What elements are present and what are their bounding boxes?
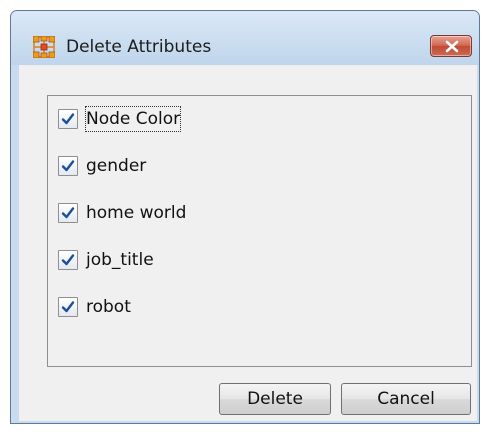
checkmark-icon xyxy=(61,207,75,219)
title-bar[interactable]: Delete Attributes xyxy=(11,11,479,65)
cancel-button[interactable]: Cancel xyxy=(341,383,471,415)
delete-attributes-dialog: Delete Attributes Node Color gender home… xyxy=(10,10,480,424)
close-icon xyxy=(445,40,459,53)
job-title-checkbox[interactable] xyxy=(58,250,78,270)
checkmark-icon xyxy=(61,160,75,172)
attribute-label: home world xyxy=(86,203,187,223)
checkmark-icon xyxy=(61,254,75,266)
dialog-title: Delete Attributes xyxy=(66,37,212,57)
home-world-checkbox[interactable] xyxy=(58,203,78,223)
robot-checkbox[interactable] xyxy=(58,297,78,317)
attribute-label: Node Color xyxy=(84,106,182,132)
dialog-content: Node Color gender home world job_title r… xyxy=(19,65,477,421)
delete-button[interactable]: Delete xyxy=(219,383,331,415)
network-graph-icon xyxy=(32,35,56,59)
attribute-list: Node Color gender home world job_title r… xyxy=(47,95,472,367)
checkmark-icon xyxy=(61,301,75,313)
close-button[interactable] xyxy=(430,35,472,57)
attribute-label: job_title xyxy=(86,250,154,270)
gender-checkbox[interactable] xyxy=(58,156,78,176)
attribute-label: gender xyxy=(86,156,147,176)
attribute-label: robot xyxy=(86,297,131,317)
checkmark-icon xyxy=(61,113,75,125)
node-color-checkbox[interactable] xyxy=(58,109,78,129)
